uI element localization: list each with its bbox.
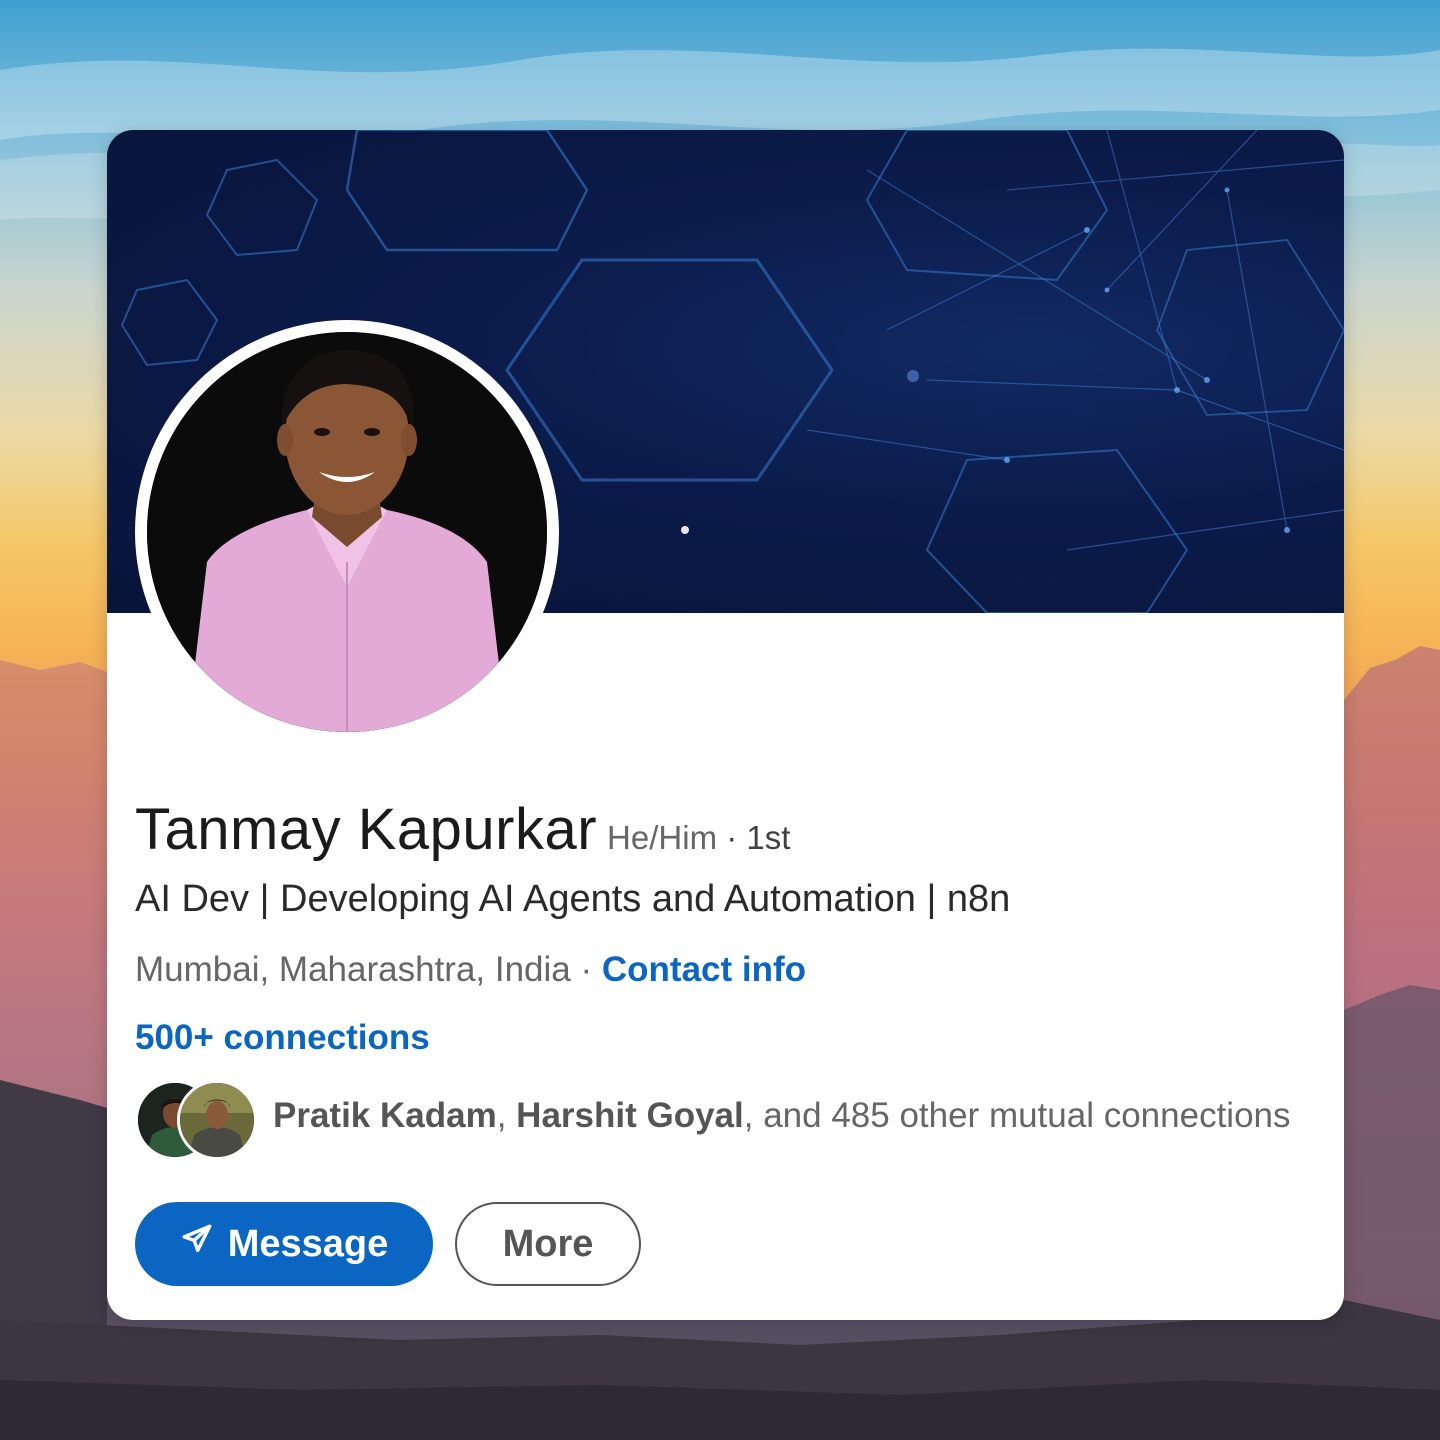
location-separator: · (570, 950, 602, 989)
profile-headline: AI Dev | Developing AI Agents and Automa… (135, 878, 1011, 920)
mutual-avatar-2[interactable] (177, 1080, 257, 1160)
location-row: Mumbai, Maharashtra, India · Contact inf… (135, 950, 806, 990)
mutual-others: , and 485 other mutual connections (743, 1096, 1291, 1135)
connections-link[interactable]: 500+ connections (135, 1018, 430, 1058)
profile-photo-frame[interactable] (135, 320, 559, 744)
mutual-connections[interactable]: Pratik Kadam, Harshit Goyal, and 485 oth… (135, 1078, 1325, 1160)
mutual-avatars[interactable] (135, 1080, 257, 1160)
send-icon (180, 1222, 214, 1266)
degree-separator: · (717, 819, 747, 856)
mutual-name-2: Harshit Goyal (516, 1096, 744, 1135)
message-button-label: Message (227, 1222, 389, 1265)
mutual-name-1: Pratik Kadam (273, 1096, 497, 1135)
name-row: Tanmay Kapurkar He/Him · 1st (135, 796, 790, 863)
more-button[interactable]: More (455, 1202, 641, 1286)
person-illustration (147, 332, 547, 732)
mutual-connections-text[interactable]: Pratik Kadam, Harshit Goyal, and 485 oth… (273, 1096, 1291, 1136)
profile-photo[interactable] (147, 332, 547, 732)
contact-info-link[interactable]: Contact info (602, 950, 806, 989)
location: Mumbai, Maharashtra, India (135, 950, 571, 989)
message-button[interactable]: Message (135, 1202, 433, 1286)
profile-name: Tanmay Kapurkar (135, 797, 598, 862)
connection-degree: 1st (746, 819, 791, 856)
mutual-separator: , (496, 1096, 517, 1135)
pronouns: He/Him (607, 819, 718, 856)
profile-card: Tanmay Kapurkar He/Him · 1st AI Dev | Dev… (107, 130, 1344, 1320)
person-illustration (180, 1083, 254, 1157)
background-scene: Tanmay Kapurkar He/Him · 1st AI Dev | Dev… (0, 0, 1440, 1440)
